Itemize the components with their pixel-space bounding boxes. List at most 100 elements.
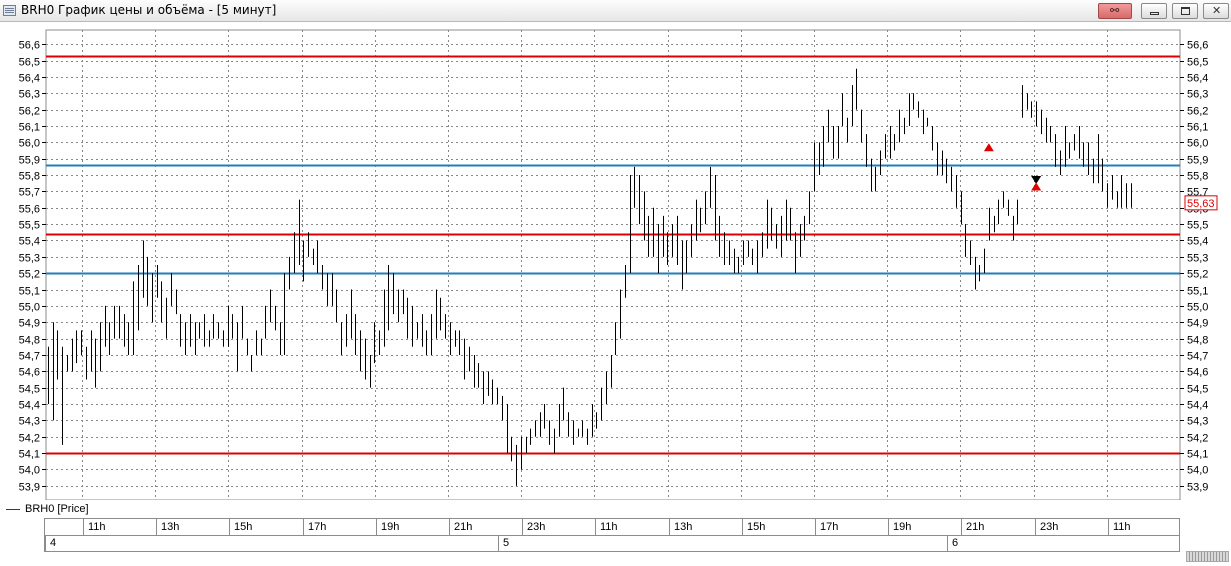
y-tick-label-right: 54,5 [1187,384,1208,396]
y-tick-label-left: 54,8 [19,335,40,347]
y-tick-label-left: 54,1 [19,449,40,461]
y-tick-label-right: 54,1 [1187,449,1208,461]
y-tick-label-right: 53,9 [1187,482,1208,494]
time-tick-label: 21h [449,519,522,535]
y-tick-label-left: 55,9 [19,155,40,167]
time-tick-label: 17h [815,519,888,535]
horizontal-scrollbar[interactable] [1186,551,1229,562]
minimize-button[interactable] [1141,3,1167,19]
price-bars [48,68,1132,486]
y-tick-label-right: 55,5 [1187,220,1208,232]
time-tick-label: 21h [961,519,1034,535]
y-tick-label-right: 56,5 [1187,57,1208,69]
time-axis: 11h 13h 15h 17h 19h 21h 23h 11h 13h 15h 17h 19h 21h 2… [44,518,1180,552]
y-tick-label-right: 55,4 [1187,236,1208,248]
price-axes: 53,9 53,9 54,0 54,0 54,1 54,1 54,2 54,2 54,3 54,3… [19,40,1218,494]
restore-icon [1181,7,1190,15]
y-tick-label-left: 55,2 [19,269,40,281]
y-tick-label-right: 56,4 [1187,73,1208,85]
y-tick-label-right: 54,4 [1187,400,1208,412]
y-tick-label-left: 53,9 [19,482,40,494]
time-tick-label: 13h [669,519,742,535]
y-tick-label-right: 54,7 [1187,351,1208,363]
link-icon: ⚯ [1110,4,1120,17]
signal-markers [983,143,1042,191]
time-tick-label: 19h [376,519,449,535]
y-tick-label-left: 54,3 [19,416,40,428]
y-tick-label-left: 56,4 [19,73,40,85]
scrollbar-thumb[interactable] [1187,552,1228,561]
y-tick-label-right: 54,6 [1187,367,1208,379]
y-tick-label-right: 55,8 [1187,171,1208,183]
buy-arrow-icon [983,143,994,152]
y-tick-label-right: 54,8 [1187,335,1208,347]
day-label: 5 [498,536,509,551]
y-tick-label-right: 56,3 [1187,89,1208,101]
horizontal-levels [46,55,1180,455]
y-tick-label-left: 54,7 [19,351,40,363]
y-tick-label-left: 55,7 [19,187,40,199]
y-tick-label-left: 54,2 [19,433,40,445]
chart-grid [45,29,1181,500]
y-tick-label-left: 56,2 [19,106,40,118]
y-tick-label-right: 56,6 [1187,40,1208,52]
legend-label: BRH0 [Price] [25,503,89,515]
y-tick-label-left: 55,0 [19,302,40,314]
y-tick-label-left: 56,0 [19,138,40,150]
buy-arrow-icon [1031,182,1042,191]
close-icon: ✕ [1212,4,1222,17]
y-tick-label-right: 54,9 [1187,318,1208,330]
time-tick-label: 11h [595,519,668,535]
y-tick-label-left: 56,3 [19,89,40,101]
y-tick-label-left: 55,8 [19,171,40,183]
window-title: BRH0 График цены и объёма - [5 минут] [21,3,277,17]
link-button[interactable]: ⚯ [1098,3,1132,19]
window-titlebar[interactable]: BRH0 График цены и объёма - [5 минут] ⚯ … [0,0,1231,22]
y-tick-label-right: 54,3 [1187,416,1208,428]
time-tick-label: 23h [1035,519,1108,535]
time-tick-label: 15h [742,519,815,535]
time-tick-label: 17h [303,519,376,535]
time-tick-label: 19h [888,519,961,535]
plot-frame [45,29,1181,500]
chart-legend: BRH0 [Price] [6,503,89,515]
price-chart[interactable]: 53,9 53,9 54,0 54,0 54,1 54,1 54,2 54,2 54,3 54,3… [0,22,1231,500]
y-tick-label-left: 54,6 [19,367,40,379]
y-tick-label-right: 54,0 [1187,465,1208,477]
time-tick-label: 23h [522,519,595,535]
y-tick-label-left: 54,0 [19,465,40,477]
y-tick-label-left: 56,5 [19,57,40,69]
y-tick-label-right: 54,2 [1187,433,1208,445]
day-label: 4 [45,536,56,551]
y-tick-label-right: 55,0 [1187,302,1208,314]
restore-button[interactable] [1172,3,1198,19]
y-tick-label-right: 55,3 [1187,253,1208,265]
y-tick-label-left: 54,9 [19,318,40,330]
y-tick-label-right: 55,9 [1187,155,1208,167]
y-tick-label-left: 55,5 [19,220,40,232]
time-tick-label: 11h [1108,519,1181,535]
y-tick-label-right: 56,2 [1187,106,1208,118]
time-tick-label: 13h [156,519,229,535]
time-tick-label: 11h [83,519,156,535]
last-price-label: 55,63 [1187,198,1215,210]
y-tick-label-right: 56,0 [1187,138,1208,150]
close-button[interactable]: ✕ [1203,3,1229,19]
y-tick-label-left: 55,6 [19,204,40,216]
y-tick-label-left: 55,4 [19,236,40,248]
y-tick-label-left: 54,5 [19,384,40,396]
y-tick-label-left: 54,4 [19,400,40,412]
y-tick-label-left: 55,3 [19,253,40,265]
time-ticks-row: 11h 13h 15h 17h 19h 21h 23h 11h 13h 15h 17h 19h 21h 2… [45,519,1179,536]
y-tick-label-right: 56,1 [1187,122,1208,134]
y-tick-label-left: 55,1 [19,286,40,298]
chart-window-icon [3,5,16,16]
y-tick-label-left: 56,1 [19,122,40,134]
time-tick-label: 15h [229,519,302,535]
y-tick-label-right: 55,2 [1187,269,1208,281]
legend-line [6,509,20,510]
y-tick-label-right: 55,1 [1187,286,1208,298]
y-tick-label-left: 56,6 [19,40,40,52]
day-label: 6 [947,536,958,551]
minimize-icon [1150,12,1159,15]
